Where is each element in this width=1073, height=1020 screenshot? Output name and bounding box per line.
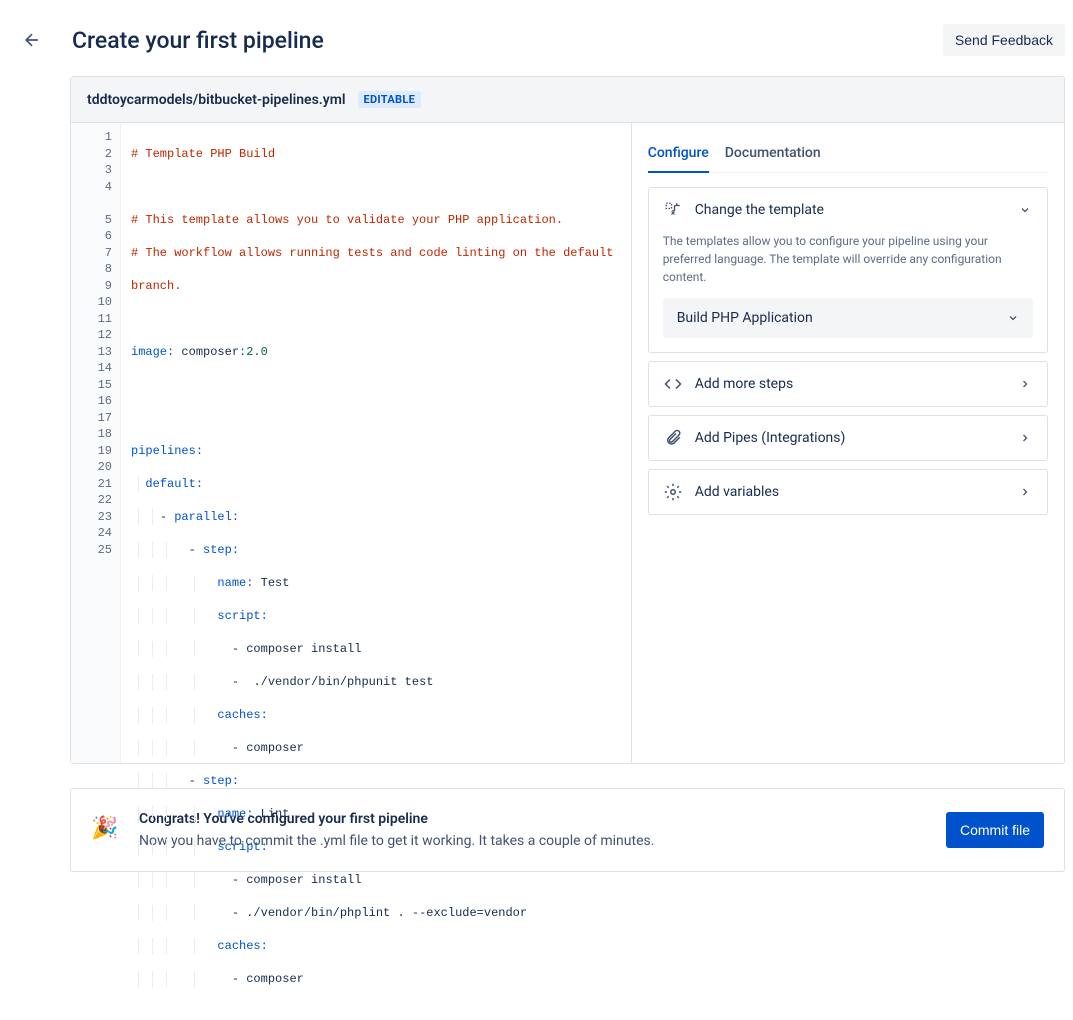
editable-badge: EDITABLE: [358, 91, 422, 108]
card-add-variables: Add variables: [648, 469, 1048, 515]
card-add-steps-header[interactable]: Add more steps: [649, 362, 1047, 406]
chevron-down-icon: [1017, 202, 1033, 218]
card-title: Add variables: [695, 484, 1005, 500]
code-icon: [663, 374, 683, 394]
card-change-template: Change the template The templates allow …: [648, 187, 1048, 353]
card-title: Change the template: [695, 202, 1005, 218]
file-path: tddtoycarmodels/bitbucket-pipelines.yml: [87, 92, 346, 108]
gear-icon: [663, 482, 683, 502]
chevron-right-icon: [1017, 484, 1033, 500]
commit-file-button[interactable]: Commit file: [946, 812, 1044, 848]
card-title: Add Pipes (Integrations): [695, 430, 1005, 446]
code-editor[interactable]: 123 4 5678910111213141516171819202122232…: [71, 123, 632, 763]
back-button[interactable]: [20, 28, 44, 52]
attachment-icon: [663, 428, 683, 448]
pipeline-editor-panel: tddtoycarmodels/bitbucket-pipelines.yml …: [70, 76, 1065, 764]
tab-configure[interactable]: Configure: [648, 139, 709, 173]
template-select[interactable]: Build PHP Application: [663, 298, 1033, 338]
chevron-right-icon: [1017, 430, 1033, 446]
chevron-down-icon: [1007, 312, 1019, 324]
arrow-left-icon: [22, 30, 42, 50]
tab-documentation[interactable]: Documentation: [725, 139, 821, 172]
file-header: tddtoycarmodels/bitbucket-pipelines.yml …: [71, 77, 1064, 123]
template-description: The templates allow you to configure you…: [663, 232, 1033, 286]
code-content[interactable]: # Template PHP Build # This template all…: [121, 123, 631, 763]
send-feedback-button[interactable]: Send Feedback: [943, 24, 1065, 56]
line-gutter: 123 4 5678910111213141516171819202122232…: [71, 123, 121, 763]
config-sidebar: Configure Documentation Change the templ…: [632, 123, 1064, 763]
page-title: Create your first pipeline: [72, 27, 943, 54]
config-tabs: Configure Documentation: [648, 139, 1048, 173]
card-change-template-header[interactable]: Change the template: [649, 188, 1047, 232]
chevron-right-icon: [1017, 376, 1033, 392]
template-icon: [663, 200, 683, 220]
template-select-value: Build PHP Application: [677, 310, 813, 326]
card-title: Add more steps: [695, 376, 1005, 392]
card-add-pipes: Add Pipes (Integrations): [648, 415, 1048, 461]
card-add-pipes-header[interactable]: Add Pipes (Integrations): [649, 416, 1047, 460]
party-popper-icon: 🎉: [91, 816, 119, 844]
card-add-variables-header[interactable]: Add variables: [649, 470, 1047, 514]
card-add-steps: Add more steps: [648, 361, 1048, 407]
